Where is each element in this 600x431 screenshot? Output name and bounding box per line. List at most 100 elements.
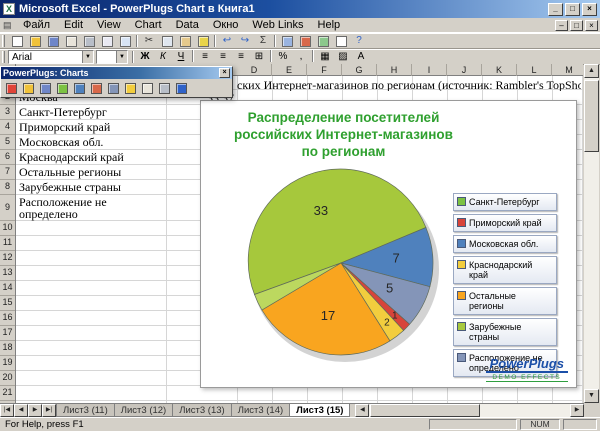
cut-button[interactable]: ✂ <box>140 34 158 48</box>
legend-item[interactable]: Санкт-Петербург <box>453 193 557 211</box>
align-left-button[interactable]: ≡ <box>196 50 214 64</box>
row-header[interactable]: 19 <box>0 356 15 371</box>
minimize-button[interactable]: _ <box>548 3 563 16</box>
drawing-button[interactable] <box>314 34 332 48</box>
sheet-tab[interactable]: Лист3 (14) <box>231 404 290 417</box>
column-header[interactable]: I <box>412 64 447 76</box>
row-header[interactable]: 20 <box>0 371 15 386</box>
pie-chart-button[interactable] <box>54 81 71 96</box>
paste-button[interactable] <box>176 34 194 48</box>
open-button[interactable] <box>26 34 44 48</box>
legend-item[interactable]: Зарубежные страны <box>453 318 557 346</box>
sheet-tab[interactable]: Лист3 (13) <box>172 404 231 417</box>
chart-wizard-button[interactable] <box>296 34 314 48</box>
row-header[interactable]: 12 <box>0 251 15 266</box>
cell-region-name[interactable]: Московская обл. <box>19 136 165 148</box>
sheet-tab[interactable]: Лист3 (11) <box>56 404 115 417</box>
font-color-button[interactable]: А <box>352 50 370 64</box>
toolbar-grip[interactable] <box>2 51 5 63</box>
undo-button[interactable]: ↩ <box>218 34 236 48</box>
row-header[interactable]: 7 <box>0 165 15 180</box>
redo-button[interactable]: ↪ <box>236 34 254 48</box>
sheet-tab[interactable]: Лист3 (15) <box>289 404 350 417</box>
row-header[interactable]: 9 <box>0 195 15 221</box>
powerplugs-toolbar-window[interactable]: PowerPlugs: Charts × <box>0 66 233 98</box>
row-header[interactable]: 17 <box>0 326 15 341</box>
print-button[interactable] <box>80 34 98 48</box>
column-header[interactable]: G <box>342 64 377 76</box>
menu-item[interactable]: View <box>90 18 128 32</box>
cell-region-name[interactable]: Расположение не определено <box>19 196 165 220</box>
row-header[interactable]: 15 <box>0 296 15 311</box>
vertical-scroll-track[interactable] <box>584 78 599 389</box>
menu-item[interactable]: Файл <box>16 18 57 32</box>
new-button[interactable] <box>8 34 26 48</box>
column-header[interactable]: M <box>552 64 587 76</box>
font-size-combo[interactable]: ▼ <box>96 50 128 64</box>
row-header[interactable]: 4 <box>0 120 15 135</box>
horizontal-scrollbar[interactable]: ◀ ▶ <box>355 404 584 418</box>
workbook-restore-button[interactable]: □ <box>570 20 583 31</box>
sort-ascending-button[interactable] <box>278 34 296 48</box>
cell-region-name[interactable]: Остальные регионы <box>19 166 165 178</box>
comma-style-button[interactable]: , <box>292 50 310 64</box>
workbook-icon[interactable]: ▤ <box>3 20 14 31</box>
tab-scroll-button[interactable]: ◀ <box>14 404 28 417</box>
percent-style-button[interactable]: % <box>274 50 292 64</box>
row-header[interactable]: 11 <box>0 236 15 251</box>
workbook-minimize-button[interactable]: – <box>555 20 568 31</box>
vertical-scroll-thumb[interactable] <box>584 80 599 152</box>
close-button[interactable]: × <box>582 3 597 16</box>
copy-button[interactable] <box>158 34 176 48</box>
tab-scroll-button[interactable]: |◀ <box>0 404 14 417</box>
autosum-button[interactable]: Σ <box>254 34 272 48</box>
column-header[interactable]: J <box>447 64 482 76</box>
legend-item[interactable]: Краснодарский край <box>453 256 557 284</box>
chevron-down-icon[interactable]: ▼ <box>82 51 93 63</box>
borders-button[interactable]: ▦ <box>316 50 334 64</box>
row-header[interactable]: 8 <box>0 180 15 195</box>
tab-scroll-button[interactable]: ▶| <box>42 404 56 417</box>
row-header[interactable]: 21 <box>0 386 15 401</box>
menu-item[interactable]: Help <box>311 18 348 32</box>
font-name-combo[interactable]: Arial ▼ <box>8 50 94 64</box>
print-preview-button[interactable] <box>98 34 116 48</box>
legend-item[interactable]: Московская обл. <box>453 235 557 253</box>
workbook-close-button[interactable]: × <box>585 20 598 31</box>
horizontal-scroll-track[interactable] <box>369 404 570 418</box>
grid-row[interactable] <box>16 386 583 401</box>
sheet-tab[interactable]: Лист3 (12) <box>114 404 173 417</box>
column-header[interactable]: E <box>272 64 307 76</box>
cell-region-name[interactable]: Зарубежные страны <box>19 181 165 193</box>
row-header[interactable]: 18 <box>0 341 15 356</box>
merge-center-button[interactable]: ⊞ <box>250 50 268 64</box>
chart-help-button[interactable] <box>173 81 190 96</box>
legend-item[interactable]: Приморский край <box>453 214 557 232</box>
horizontal-scroll-thumb[interactable] <box>370 404 480 417</box>
fill-color-button[interactable]: ▨ <box>334 50 352 64</box>
column-header[interactable]: K <box>482 64 517 76</box>
column-header[interactable]: F <box>307 64 342 76</box>
toolbar-grip[interactable] <box>2 35 5 47</box>
chart-labels-button[interactable] <box>139 81 156 96</box>
legend-item[interactable]: Остальные регионы <box>453 287 557 315</box>
chevron-down-icon[interactable]: ▼ <box>116 51 127 63</box>
row-header[interactable]: 6 <box>0 150 15 165</box>
new-chart-button[interactable] <box>3 81 20 96</box>
menu-item[interactable]: Окно <box>206 18 246 32</box>
line-chart-button[interactable] <box>88 81 105 96</box>
row-header[interactable]: 14 <box>0 281 15 296</box>
maximize-button[interactable]: □ <box>565 3 580 16</box>
italic-button[interactable]: К <box>154 50 172 64</box>
underline-button[interactable]: Ч <box>172 50 190 64</box>
save-chart-button[interactable] <box>37 81 54 96</box>
column-header[interactable]: H <box>377 64 412 76</box>
row-header[interactable]: 10 <box>0 221 15 236</box>
cell-region-name[interactable]: Приморский край <box>19 121 165 133</box>
cell-region-name[interactable]: Санкт-Петербург <box>19 106 165 118</box>
scroll-left-icon[interactable]: ◀ <box>355 404 369 417</box>
email-button[interactable] <box>62 34 80 48</box>
menu-item[interactable]: Edit <box>57 18 90 32</box>
tab-scroll-button[interactable]: ▶ <box>28 404 42 417</box>
cell-region-name[interactable]: Краснодарский край <box>19 151 165 163</box>
